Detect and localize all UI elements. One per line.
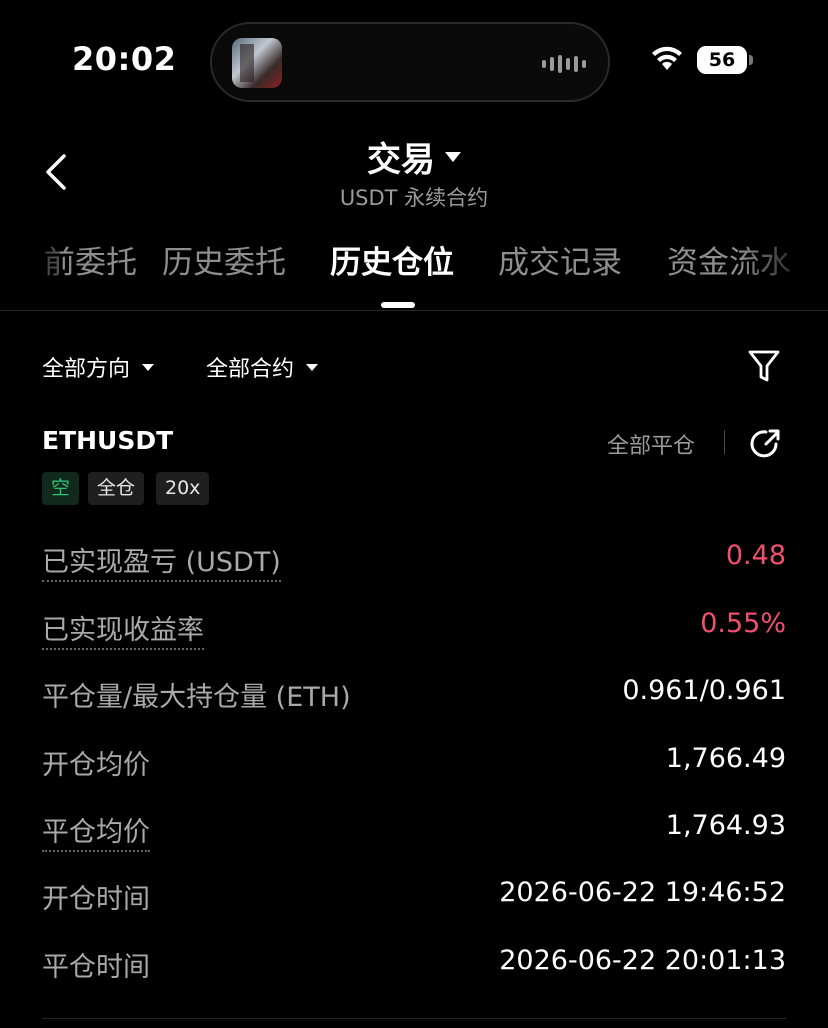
side-tag: 空 [42,472,80,505]
wifi-icon [652,46,682,70]
entry-price-label: 开仓均价 [42,750,150,781]
caret-down-icon [306,363,319,371]
close-time-value: 2026-06-22 20:01:13 [499,945,786,976]
direction-filter[interactable]: 全部方向 [42,350,155,384]
close-time-row: 平仓时间 2026-06-22 20:01:13 [42,945,786,985]
status-time: 20:02 [72,40,177,78]
entry-price-row: 开仓均价 1,766.49 [42,743,786,783]
realized-pnl-label[interactable]: 已实现盈亏 (USDT) [42,540,281,582]
tab-fade-right [740,238,828,298]
direction-filter-label: 全部方向 [42,357,131,382]
close-qty-value: 0.961/0.961 [622,675,786,706]
realized-pnl-value: 0.48 [725,540,786,571]
dynamic-island[interactable] [210,22,610,102]
tab-order-history[interactable]: 历史委托 [162,238,286,288]
battery-indicator: 56 [697,46,747,74]
game-app-icon[interactable] [232,38,282,88]
share-icon[interactable] [746,424,784,462]
close-all-button[interactable]: 全部平仓 [607,428,695,460]
tab-position-history[interactable]: 历史仓位 [330,238,454,288]
realized-roi-label[interactable]: 已实现收益率 [42,608,204,650]
close-price-label[interactable]: 平仓均价 [42,810,150,852]
open-time-row: 开仓时间 2026-06-22 19:46:52 [42,877,786,917]
action-separator [724,430,725,454]
card-divider [42,1018,786,1019]
close-qty-row: 平仓量/最大持仓量 (ETH) 0.961/0.961 [42,675,786,715]
close-price-row: 平仓均价 1,764.93 [42,810,786,852]
realized-roi-row: 已实现收益率 0.55% [42,608,786,650]
battery-cap [749,55,753,65]
entry-price-value: 1,766.49 [665,743,786,774]
position-symbol: ETHUSDT [42,426,174,455]
audio-wave-icon [542,54,586,74]
header-divider [0,310,828,311]
realized-pnl-row: 已实现盈亏 (USDT) 0.48 [42,540,786,582]
realized-roi-value: 0.55% [700,608,786,639]
caret-down-icon [142,363,155,371]
open-time-label: 开仓时间 [42,884,150,915]
contract-filter-label: 全部合约 [206,357,295,382]
page-subtitle: USDT 永续合约 [339,186,489,210]
page-title: 交易 [367,140,435,180]
active-tab-indicator [381,302,415,308]
close-time-label: 平仓时间 [42,952,150,983]
margin-mode-tag: 全仓 [88,472,145,505]
funnel-icon[interactable] [746,346,782,386]
tab-trade-history[interactable]: 成交记录 [498,238,622,288]
status-bar: 20:02 56 [0,0,828,110]
page-title-dropdown[interactable]: 交易 [0,132,828,181]
close-price-value: 1,764.93 [665,810,786,841]
contract-filter[interactable]: 全部合约 [206,350,319,384]
tab-fade-left [0,238,60,298]
close-qty-label: 平仓量/最大持仓量 (ETH) [42,682,351,713]
caret-down-icon [445,151,461,162]
tab-bar: 前委托 历史委托 历史仓位 成交记录 资金流水 [0,238,828,308]
leverage-tag: 20x [156,472,210,505]
open-time-value: 2026-06-22 19:46:52 [499,877,786,908]
